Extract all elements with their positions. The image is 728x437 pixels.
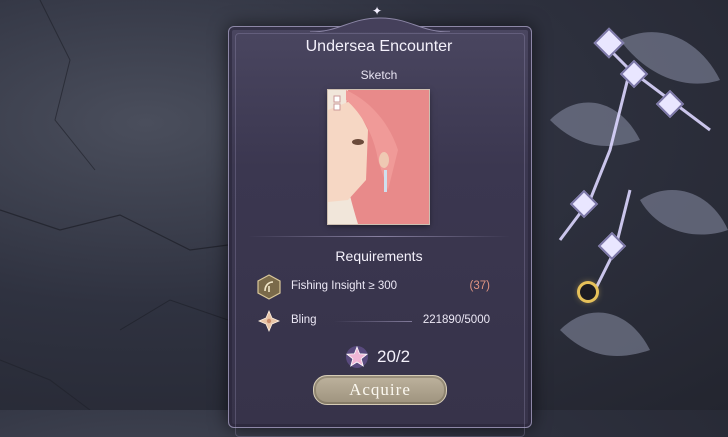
- cost-value: 20/2: [377, 347, 411, 366]
- sketch-portrait: [328, 90, 429, 224]
- sparkle-icon: ✦: [372, 4, 383, 18]
- sketch-image: [328, 90, 429, 224]
- star-currency-icon: [345, 345, 369, 368]
- item-title: Undersea Encounter: [305, 38, 453, 55]
- requirement-label: Fishing Insight ≥ 300: [291, 280, 398, 292]
- item-type: Sketch: [360, 68, 398, 82]
- skill-node-selected[interactable]: [580, 284, 596, 300]
- requirement-leader-line: [334, 321, 412, 322]
- requirements-heading: Requirements: [335, 248, 423, 264]
- skill-tree: [550, 32, 728, 356]
- requirement-row: Fishing Insight ≥ 300 (37): [256, 274, 496, 300]
- bling-icon: [257, 309, 281, 333]
- requirement-value: 221890/5000: [422, 314, 490, 326]
- section-divider: [248, 236, 510, 237]
- acquire-button[interactable]: Acquire: [313, 375, 447, 405]
- requirement-row: Bling 221890/5000: [256, 308, 496, 333]
- item-card: [228, 26, 532, 437]
- fishing-insight-icon: [257, 274, 281, 300]
- requirement-label: Bling: [291, 314, 317, 326]
- requirement-value: (37): [469, 280, 490, 292]
